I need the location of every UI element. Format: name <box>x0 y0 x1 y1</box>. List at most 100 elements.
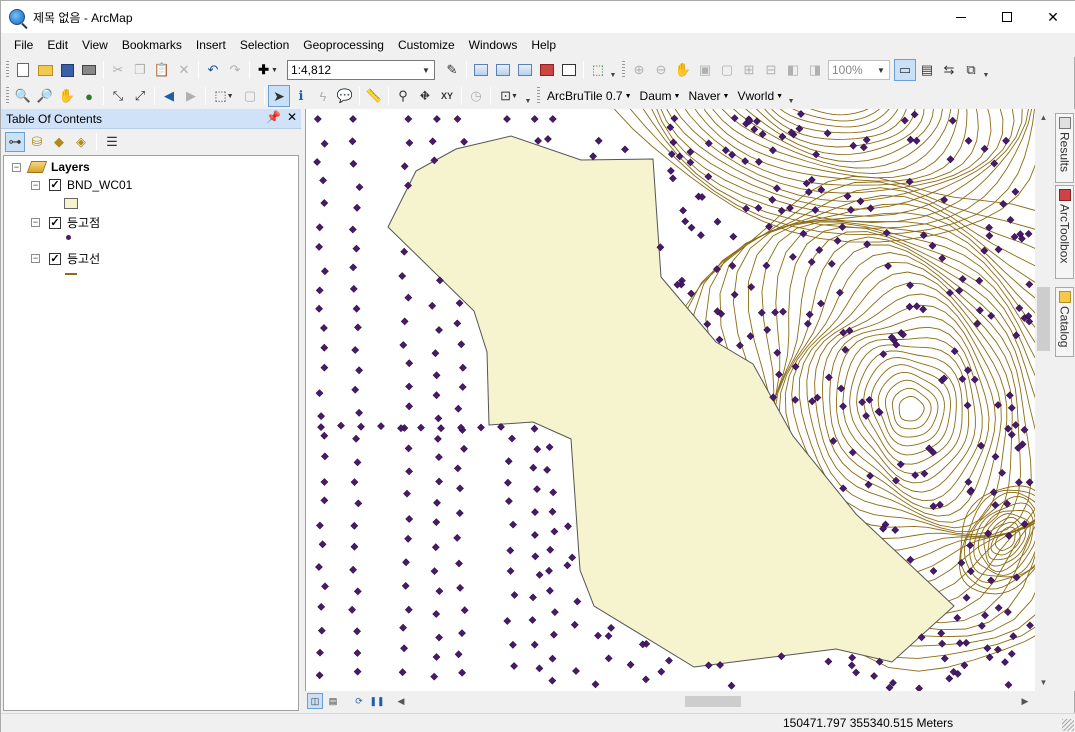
scroll-up-icon[interactable]: ▲ <box>1035 109 1052 126</box>
toolbar-options-chevron[interactable]: ▼ <box>982 59 990 81</box>
map-horizontal-scrollbar[interactable]: ◀ ▶ <box>393 693 1033 709</box>
menu-insert[interactable]: Insert <box>189 34 233 56</box>
vworld-menu[interactable]: Vworld ▼ <box>733 89 787 103</box>
arcbrutile-menu[interactable]: ArcBruTile 0.7 ▼ <box>543 89 636 103</box>
copy-button[interactable]: ❐ <box>129 59 151 81</box>
time-slider-button[interactable]: ◷ <box>465 85 487 107</box>
change-layout-button[interactable]: ⇆ <box>938 59 960 81</box>
list-by-selection-button[interactable]: ◈ <box>71 132 91 152</box>
zoom-whole-page-button[interactable]: ▣ <box>694 59 716 81</box>
hyperlink-button[interactable]: ϟ <box>312 85 334 107</box>
dock-tab-arctoolbox[interactable]: ArcToolbox <box>1055 185 1074 279</box>
menu-customize[interactable]: Customize <box>391 34 462 56</box>
point-symbol-icon[interactable] <box>66 235 71 240</box>
layout-zoom-in-button[interactable]: ⊕ <box>628 59 650 81</box>
dock-tab-catalog[interactable]: Catalog <box>1055 287 1074 357</box>
identify-button[interactable]: ℹ <box>290 85 312 107</box>
map-vertical-scrollbar[interactable]: ▲ ▼ <box>1035 109 1052 691</box>
fixed-zoom-in-button[interactable]: ⊞ <box>738 59 760 81</box>
collapse-icon[interactable]: − <box>31 180 40 190</box>
collapse-icon[interactable]: − <box>12 162 21 172</box>
go-forward-extent-button[interactable]: ▶ <box>180 85 202 107</box>
map-canvas[interactable] <box>306 109 1035 691</box>
layer-visibility-checkbox[interactable]: ✓ <box>49 252 61 265</box>
paste-button[interactable]: 📋 <box>151 59 173 81</box>
fixed-zoom-out-button[interactable]: ⊟ <box>760 59 782 81</box>
minimize-button[interactable] <box>938 1 984 33</box>
menu-selection[interactable]: Selection <box>233 34 296 56</box>
layout-view-button[interactable]: ▤ <box>325 693 341 709</box>
horizontal-scroll-thumb[interactable] <box>685 696 741 707</box>
layout-zoom-combo[interactable]: 100% ▼ <box>828 60 890 80</box>
dock-tab-results[interactable]: Results <box>1055 113 1074 183</box>
resize-grip[interactable] <box>1062 719 1074 731</box>
map-display[interactable] <box>305 109 1035 691</box>
list-by-visibility-button[interactable]: ◆ <box>49 132 69 152</box>
print-button[interactable] <box>78 59 100 81</box>
layer-visibility-checkbox[interactable]: ✓ <box>49 179 61 191</box>
html-popup-button[interactable]: 💬 <box>334 85 356 107</box>
open-button[interactable] <box>34 59 56 81</box>
toolbar-options-chevron[interactable]: ▼ <box>787 85 795 107</box>
clear-selection-button[interactable]: ▢ <box>239 85 261 107</box>
menu-windows[interactable]: Windows <box>462 34 525 56</box>
daum-menu[interactable]: Daum ▼ <box>636 89 685 103</box>
pin-icon[interactable]: 📌 <box>266 110 281 124</box>
tree-row-layer-3[interactable]: − ✓ 등고선 <box>31 250 100 267</box>
fixed-zoom-out-map-button[interactable]: ⤢ <box>129 85 151 107</box>
create-viewer-window-button[interactable]: ⊡ ▼ <box>494 85 524 107</box>
refresh-button[interactable]: ⟳ <box>351 693 367 709</box>
tree-row-layer-2[interactable]: − ✓ 등고점 <box>31 214 100 231</box>
close-window-button[interactable]: ✕ <box>1030 1 1075 33</box>
layout-forward-button[interactable]: ◨ <box>804 59 826 81</box>
go-to-xy-button[interactable]: XY <box>436 85 458 107</box>
layout-zoom-out-button[interactable]: ⊖ <box>650 59 672 81</box>
maximize-button[interactable] <box>984 1 1030 33</box>
add-data-button[interactable]: ✚ ▼ <box>253 59 283 81</box>
menu-edit[interactable]: Edit <box>40 34 75 56</box>
vertical-scroll-thumb[interactable] <box>1037 287 1050 351</box>
naver-menu[interactable]: Naver ▼ <box>684 89 733 103</box>
toolbar-options-chevron[interactable]: ▼ <box>609 59 617 81</box>
menu-file[interactable]: File <box>7 34 40 56</box>
zoom-in-button[interactable]: 🔍 <box>12 85 34 107</box>
undo-button[interactable]: ↶ <box>202 59 224 81</box>
collapse-icon[interactable]: − <box>31 254 40 263</box>
focus-data-frame-button[interactable]: ▤ <box>916 59 938 81</box>
find-route-button[interactable]: ⛖ <box>414 85 436 107</box>
find-button[interactable]: ⚲ <box>392 85 414 107</box>
full-extent-button[interactable]: ● <box>78 85 100 107</box>
layout-back-button[interactable]: ◧ <box>782 59 804 81</box>
go-back-extent-button[interactable]: ◀ <box>158 85 180 107</box>
close-icon[interactable]: ✕ <box>287 110 297 124</box>
redo-button[interactable]: ↷ <box>224 59 246 81</box>
menu-geoprocessing[interactable]: Geoprocessing <box>296 34 391 56</box>
layer-visibility-checkbox[interactable]: ✓ <box>49 216 61 229</box>
polygon-symbol-icon[interactable] <box>64 198 78 209</box>
scroll-left-icon[interactable]: ◀ <box>393 693 409 709</box>
toc-options-button[interactable]: ☰ <box>102 132 122 152</box>
select-features-button[interactable]: ⬚ ▼ <box>209 85 239 107</box>
map-scale-combo[interactable]: 1:4,812 ▼ <box>287 60 435 80</box>
zoom-100-button[interactable]: ▢ <box>716 59 738 81</box>
search-window-button[interactable] <box>514 59 536 81</box>
save-button[interactable] <box>56 59 78 81</box>
pan-button[interactable]: ✋ <box>56 85 78 107</box>
measure-button[interactable]: 📏 <box>363 85 385 107</box>
delete-button[interactable]: ✕ <box>173 59 195 81</box>
modelbuilder-button[interactable]: ⬚ <box>587 59 609 81</box>
data-view-button[interactable]: ◫ <box>307 693 323 709</box>
scroll-right-icon[interactable]: ▶ <box>1017 693 1033 709</box>
table-of-contents-button[interactable] <box>470 59 492 81</box>
cut-button[interactable]: ✂ <box>107 59 129 81</box>
line-symbol-icon[interactable] <box>65 273 77 275</box>
menu-help[interactable]: Help <box>524 34 563 56</box>
scroll-down-icon[interactable]: ▼ <box>1035 674 1052 691</box>
new-document-button[interactable] <box>12 59 34 81</box>
editor-toolbar-button[interactable]: ✎ <box>441 59 463 81</box>
layout-pan-button[interactable]: ✋ <box>672 59 694 81</box>
toolbar-options-chevron[interactable]: ▼ <box>524 85 532 107</box>
tree-row-layers[interactable]: − Layers <box>12 160 90 174</box>
list-by-drawing-order-button[interactable]: ⊶ <box>5 132 25 152</box>
arctoolbox-button[interactable] <box>536 59 558 81</box>
